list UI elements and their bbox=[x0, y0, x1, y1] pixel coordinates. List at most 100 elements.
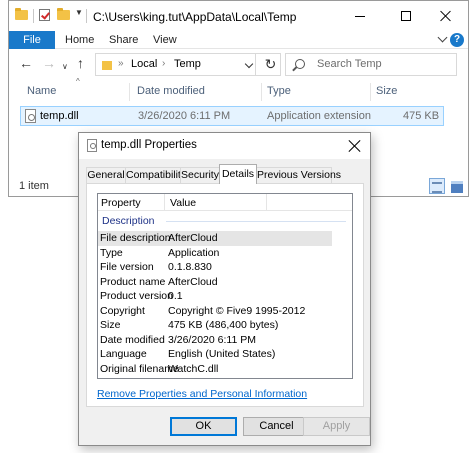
ok-button[interactable]: OK bbox=[170, 417, 237, 436]
divider bbox=[86, 9, 87, 23]
tab-share[interactable]: Share bbox=[109, 31, 138, 49]
tab-previous-versions[interactable]: Previous Versions bbox=[256, 167, 341, 183]
folder-icon bbox=[102, 61, 112, 70]
list-item[interactable]: File description AfterCloud bbox=[98, 231, 332, 246]
list-header: Property Value bbox=[98, 194, 352, 211]
up-arrow-icon[interactable]: ↑ bbox=[77, 55, 84, 71]
large-icons-view-icon[interactable] bbox=[449, 178, 465, 194]
maximize-icon bbox=[401, 11, 411, 21]
forward-arrow-icon[interactable]: → bbox=[42, 55, 56, 71]
property-name: Date modified bbox=[100, 333, 165, 346]
property-name: Size bbox=[100, 319, 121, 331]
property-name: File version bbox=[100, 261, 154, 273]
dialog-close-icon[interactable] bbox=[348, 139, 362, 153]
column-divider[interactable] bbox=[266, 194, 267, 211]
search-placeholder: Search Temp bbox=[317, 58, 382, 70]
details-list[interactable]: Property Value Description File descript… bbox=[97, 193, 353, 379]
window-title: C:\Users\king.tut\AppData\Local\Temp bbox=[93, 10, 297, 24]
refresh-icon[interactable]: ↻ bbox=[255, 53, 285, 76]
file-row[interactable]: temp.dll 3/26/2020 6:11 PM Application e… bbox=[20, 106, 444, 126]
column-divider[interactable] bbox=[261, 83, 262, 101]
list-item[interactable]: Size 475 KB (486,400 bytes) bbox=[98, 318, 352, 333]
property-value: 0.1 bbox=[168, 290, 183, 302]
tab-home[interactable]: Home bbox=[65, 31, 94, 49]
minimize-button[interactable] bbox=[337, 1, 383, 31]
details-view-icon[interactable] bbox=[429, 178, 445, 194]
search-input[interactable]: Search Temp bbox=[285, 53, 457, 76]
column-header-type[interactable]: Type bbox=[267, 85, 291, 97]
property-name: Language bbox=[100, 348, 147, 360]
property-value: Application bbox=[168, 246, 220, 259]
status-item-count: 1 item bbox=[19, 180, 49, 192]
property-name: Product version bbox=[100, 290, 173, 302]
recent-locations-icon[interactable]: ∨ bbox=[62, 59, 68, 75]
title-bar: ▼ C:\Users\king.tut\AppData\Local\Temp bbox=[9, 1, 468, 31]
breadcrumb-local[interactable]: Local bbox=[131, 58, 157, 70]
navigation-bar: ← → ∨ ↑ » Local › Temp ↻ Search Temp bbox=[9, 49, 468, 79]
column-header-name[interactable]: Name bbox=[27, 85, 56, 97]
dialog-title-bar: temp.dll Properties bbox=[79, 133, 370, 159]
property-name: Type bbox=[100, 246, 123, 259]
file-date-modified: 3/26/2020 6:11 PM bbox=[138, 110, 231, 122]
sort-up-icon: ^ bbox=[76, 77, 80, 86]
back-arrow-icon[interactable]: ← bbox=[19, 55, 33, 71]
new-folder-icon[interactable] bbox=[57, 8, 70, 20]
column-header-size[interactable]: Size bbox=[376, 85, 397, 97]
divider bbox=[33, 9, 34, 23]
property-name: Original filename bbox=[100, 362, 179, 375]
apply-button[interactable]: Apply bbox=[303, 417, 370, 436]
cancel-button[interactable]: Cancel bbox=[243, 417, 310, 436]
column-divider[interactable] bbox=[370, 83, 371, 101]
property-value: 475 KB (486,400 bytes) bbox=[168, 319, 279, 331]
breadcrumb-separator[interactable]: › bbox=[162, 58, 165, 69]
list-item[interactable]: Copyright Copyright © Five9 1995-2012 bbox=[98, 304, 352, 319]
tab-general[interactable]: General bbox=[86, 167, 126, 183]
expand-ribbon-icon[interactable] bbox=[437, 32, 448, 43]
list-item[interactable]: File version 0.1.8.830 bbox=[98, 260, 352, 275]
tab-compatibility[interactable]: Compatibility bbox=[125, 167, 186, 183]
quick-access-dropdown-icon[interactable]: ▼ bbox=[75, 8, 83, 17]
property-value: Copyright © Five9 1995-2012 bbox=[168, 304, 306, 317]
property-value: AfterCloud bbox=[168, 275, 218, 288]
tab-security[interactable]: Security bbox=[180, 167, 220, 183]
property-name: Product name bbox=[100, 275, 166, 288]
address-dropdown-icon[interactable] bbox=[244, 59, 254, 69]
list-item[interactable]: Product version 0.1 bbox=[98, 289, 352, 304]
details-panel: Property Value Description File descript… bbox=[86, 183, 364, 407]
column-divider[interactable] bbox=[164, 194, 165, 211]
close-button[interactable] bbox=[423, 1, 469, 31]
properties-dialog: temp.dll Properties General Compatibilit… bbox=[78, 132, 371, 446]
search-icon bbox=[295, 59, 305, 69]
list-item[interactable]: Product name AfterCloud bbox=[98, 275, 352, 290]
list-item[interactable]: Language English (United States) bbox=[98, 347, 352, 362]
tab-details[interactable]: Details bbox=[219, 164, 257, 184]
property-value: English (United States) bbox=[168, 348, 276, 360]
column-header-value[interactable]: Value bbox=[170, 197, 196, 209]
property-value: 0.1.8.830 bbox=[168, 261, 212, 273]
group-divider bbox=[166, 221, 346, 222]
remove-properties-link[interactable]: Remove Properties and Personal Informati… bbox=[97, 388, 307, 400]
file-type: Application extension bbox=[267, 110, 371, 122]
dll-file-icon bbox=[87, 139, 97, 152]
property-name: Copyright bbox=[100, 304, 145, 317]
breadcrumb-temp[interactable]: Temp bbox=[174, 58, 201, 70]
list-item[interactable]: Original filename WatchC.dll bbox=[98, 362, 352, 377]
help-icon[interactable]: ? bbox=[450, 33, 464, 47]
column-divider[interactable] bbox=[129, 83, 130, 101]
tab-file[interactable]: File bbox=[9, 31, 55, 49]
list-item[interactable]: Date modified 3/26/2020 6:11 PM bbox=[98, 333, 352, 348]
address-bar[interactable]: » Local › Temp bbox=[95, 53, 281, 76]
property-name: File description bbox=[100, 232, 171, 244]
dll-file-icon bbox=[25, 109, 36, 123]
property-value: WatchC.dll bbox=[168, 362, 219, 375]
tab-view[interactable]: View bbox=[153, 31, 177, 49]
property-value: AfterCloud bbox=[168, 232, 218, 244]
column-header-date-modified[interactable]: Date modified bbox=[137, 85, 205, 97]
column-header-property[interactable]: Property bbox=[101, 197, 141, 209]
dialog-title: temp.dll Properties bbox=[101, 139, 197, 151]
folder-icon bbox=[15, 8, 28, 20]
ribbon: File Home Share View ? bbox=[9, 31, 468, 49]
breadcrumb-separator[interactable]: » bbox=[118, 58, 124, 69]
list-item[interactable]: Type Application bbox=[98, 246, 352, 261]
properties-check-icon[interactable] bbox=[39, 9, 50, 21]
